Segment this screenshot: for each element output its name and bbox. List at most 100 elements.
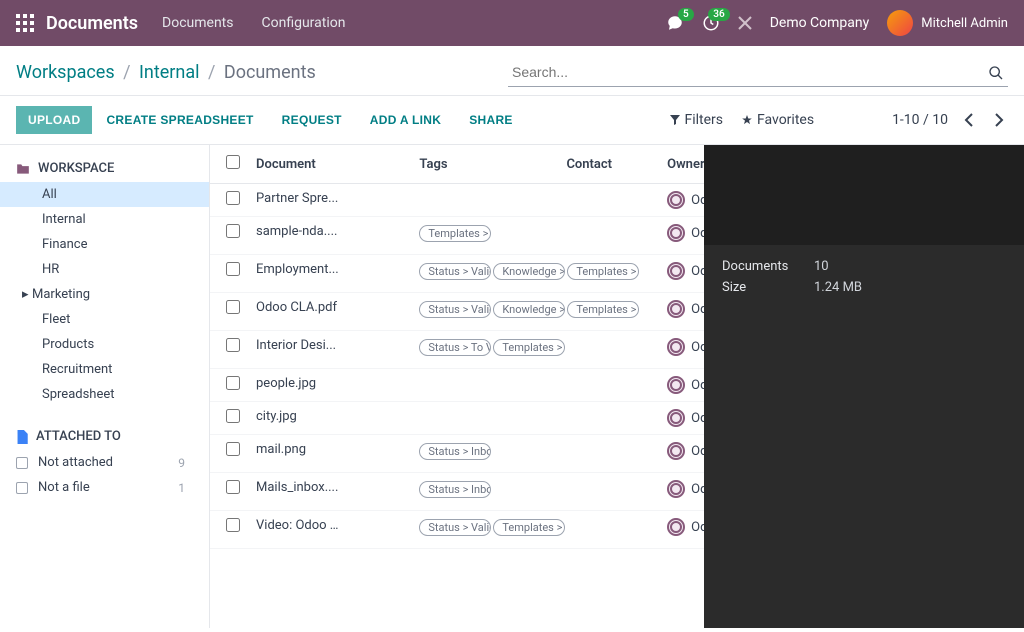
owner-avatar-icon	[667, 191, 685, 209]
row-checkbox[interactable]	[226, 376, 240, 390]
app-title[interactable]: Documents	[46, 13, 138, 34]
detail-size-label: Size	[722, 280, 802, 295]
tag-chip[interactable]: Knowledge > H	[493, 263, 565, 280]
col-checkbox	[210, 145, 248, 184]
owner-avatar-icon	[667, 338, 685, 356]
owner-avatar-icon	[667, 262, 685, 280]
filter-icon	[670, 115, 680, 125]
col-document[interactable]: Document	[248, 145, 411, 184]
tag-chip[interactable]: Knowledge > H	[493, 301, 565, 318]
search-icon[interactable]	[988, 65, 1004, 81]
row-checkbox[interactable]	[226, 409, 240, 423]
row-checkbox[interactable]	[226, 518, 240, 532]
breadcrumb-workspaces[interactable]: Workspaces	[16, 62, 115, 83]
detail-body: Documents 10 Size 1.24 MB	[704, 245, 1024, 315]
pager-prev[interactable]	[960, 111, 978, 129]
activity-icon[interactable]: 36	[702, 14, 720, 32]
menu-configuration[interactable]: Configuration	[262, 15, 346, 31]
row-checkbox[interactable]	[226, 224, 240, 238]
attached-item-count: 9	[178, 456, 193, 470]
tag-chip[interactable]: Status > Valid	[419, 301, 491, 318]
sidebar-item-internal[interactable]: Internal	[0, 207, 209, 232]
sidebar-item-label: Recruitment	[42, 362, 112, 377]
doc-name: Video: Odoo ...	[256, 518, 340, 533]
col-contact[interactable]: Contact	[558, 145, 659, 184]
folder-icon	[16, 163, 30, 175]
tag-chip[interactable]: Templates > C	[567, 301, 639, 318]
tag-chip[interactable]: Templates > P	[493, 519, 565, 536]
attached-item-label: Not attached	[38, 455, 113, 470]
sidebar-item-products[interactable]: Products	[0, 332, 209, 357]
tag-chip[interactable]: Status > Valid	[419, 519, 491, 536]
sidebar-item-all[interactable]: All	[0, 182, 209, 207]
attached-section: ATTACHED TO Not attached9Not a file1	[0, 425, 209, 500]
detail-panel: Documents 10 Size 1.24 MB	[704, 145, 1024, 628]
sidebar: WORKSPACE All InternalFinanceHR▸Marketing…	[0, 145, 210, 628]
actions-row: UPLOAD CREATE SPREADSHEET REQUEST ADD A …	[0, 96, 1024, 145]
topbar-right: 5 36 Demo Company Mitchell Admin	[666, 10, 1008, 36]
tag-chip[interactable]: Templates > P	[493, 339, 565, 356]
breadcrumb-internal[interactable]: Internal	[139, 62, 199, 83]
filters-dropdown[interactable]: Filters	[670, 112, 723, 128]
tag-chip[interactable]: Templates > C	[419, 225, 491, 242]
user-menu[interactable]: Mitchell Admin	[887, 10, 1008, 36]
share-button[interactable]: SHARE	[455, 106, 527, 134]
create-spreadsheet-button[interactable]: CREATE SPREADSHEET	[92, 106, 267, 134]
sidebar-item-fleet[interactable]: Fleet	[0, 307, 209, 332]
checkbox-icon[interactable]	[16, 457, 28, 469]
company-name[interactable]: Demo Company	[770, 15, 870, 31]
owner-avatar-icon	[667, 480, 685, 498]
breadcrumb-current: Documents	[224, 62, 316, 83]
sidebar-item-label: Spreadsheet	[42, 387, 115, 402]
row-checkbox[interactable]	[226, 191, 240, 205]
search-box	[508, 58, 1008, 87]
checkbox-icon[interactable]	[16, 482, 28, 494]
search-input[interactable]	[508, 58, 1008, 87]
row-checkbox[interactable]	[226, 480, 240, 494]
activity-badge: 36	[708, 8, 729, 21]
workspace-label: WORKSPACE	[38, 161, 114, 176]
detail-documents-label: Documents	[722, 259, 802, 274]
doc-name: sample-nda....	[256, 224, 340, 239]
doc-name: Partner Spre...	[256, 191, 340, 206]
tag-chip[interactable]: Status > Inbox	[419, 443, 491, 460]
sidebar-item-label: Fleet	[42, 312, 70, 327]
attached-item-label: Not a file	[38, 480, 90, 495]
pager-next[interactable]	[990, 111, 1008, 129]
owner-avatar-icon	[667, 376, 685, 394]
upload-button[interactable]: UPLOAD	[16, 106, 92, 134]
owner-avatar-icon	[667, 442, 685, 460]
doc-name: city.jpg	[256, 409, 340, 424]
apps-icon[interactable]	[16, 14, 34, 32]
user-name: Mitchell Admin	[921, 16, 1008, 31]
sidebar-item-marketing[interactable]: ▸Marketing	[0, 282, 209, 307]
sidebar-item-hr[interactable]: HR	[0, 257, 209, 282]
messages-icon[interactable]: 5	[666, 14, 684, 32]
doc-name: mail.png	[256, 442, 340, 457]
breadcrumb-row: Workspaces / Internal / Documents	[0, 46, 1024, 96]
select-all-checkbox[interactable]	[226, 155, 240, 169]
topbar: Documents Documents Configuration 5 36 D…	[0, 0, 1024, 46]
tag-chip[interactable]: Status > Inbox	[419, 481, 491, 498]
col-tags[interactable]: Tags	[411, 145, 558, 184]
sidebar-item-spreadsheet[interactable]: Spreadsheet	[0, 382, 209, 407]
tag-chip[interactable]: Templates > C	[567, 263, 639, 280]
attached-item-not-a-file[interactable]: Not a file1	[0, 475, 209, 500]
row-checkbox[interactable]	[226, 442, 240, 456]
caret-right-icon: ▸	[22, 287, 32, 302]
tag-chip[interactable]: Status > Valid	[419, 263, 491, 280]
row-checkbox[interactable]	[226, 262, 240, 276]
favorites-dropdown[interactable]: Favorites	[741, 112, 814, 128]
tag-chip[interactable]: Status > To V	[419, 339, 491, 356]
sidebar-item-finance[interactable]: Finance	[0, 232, 209, 257]
sidebar-item-label: All	[42, 187, 57, 202]
add-link-button[interactable]: ADD A LINK	[356, 106, 455, 134]
close-icon[interactable]	[738, 16, 752, 30]
sidebar-item-recruitment[interactable]: Recruitment	[0, 357, 209, 382]
owner-avatar-icon	[667, 224, 685, 242]
attached-item-not-attached[interactable]: Not attached 9	[0, 450, 209, 475]
row-checkbox[interactable]	[226, 338, 240, 352]
request-button[interactable]: REQUEST	[268, 106, 356, 134]
row-checkbox[interactable]	[226, 300, 240, 314]
menu-documents[interactable]: Documents	[162, 15, 233, 31]
